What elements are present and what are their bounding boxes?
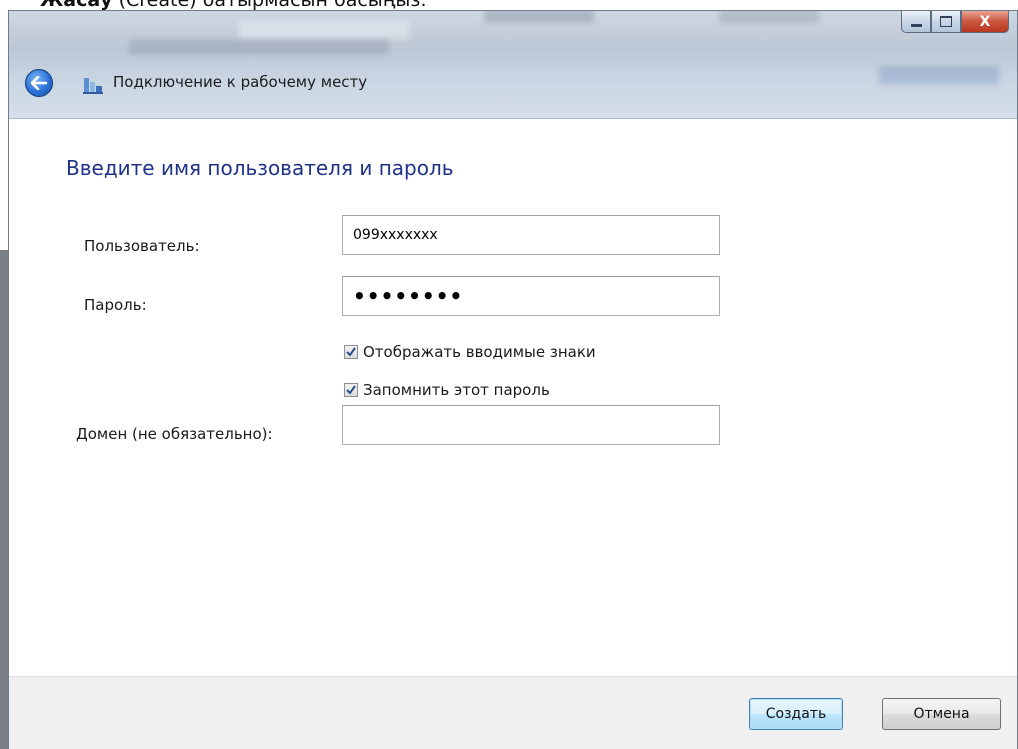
checkmark-icon [346,347,356,357]
network-place-icon [83,74,103,94]
show-chars-label: Отображать вводимые знаки [363,343,596,361]
user-label: Пользователь: [84,237,200,255]
dialog-content: Введите имя пользователя и пароль Пользо… [9,118,1017,677]
dialog-window: X Подключение к рабочему месту Введите и… [8,10,1018,749]
create-button[interactable]: Создать [749,698,843,730]
window-controls: X [901,11,1009,33]
show-chars-checkbox[interactable] [344,345,358,359]
password-field[interactable]: •••••••• [342,276,720,316]
minimize-button[interactable] [901,11,931,33]
close-icon: X [979,13,991,30]
remember-password-checkbox-row[interactable]: Запомнить этот пароль [344,381,550,399]
close-button[interactable]: X [961,11,1009,33]
remember-password-checkbox[interactable] [344,383,358,397]
back-button[interactable] [25,69,53,97]
maximize-button[interactable] [931,11,961,33]
minimize-icon [910,24,922,27]
title-bar [9,11,1017,121]
dialog-footer: Создать Отмена [9,676,1017,749]
username-field[interactable]: 099xxxxxxx [342,215,720,255]
domain-label: Домен (не обязательно): [76,425,273,443]
page-title: Введите имя пользователя и пароль [66,156,454,180]
checkmark-icon [346,385,356,395]
background-edge [0,250,8,749]
domain-field[interactable] [342,405,720,445]
window-title: Подключение к рабочему месту [113,73,368,91]
back-arrow-icon [31,76,47,90]
maximize-icon [940,16,952,27]
remember-password-label: Запомнить этот пароль [363,381,550,399]
show-chars-checkbox-row[interactable]: Отображать вводимые знаки [344,343,596,361]
cancel-button[interactable]: Отмена [882,698,1001,730]
password-label: Пароль: [84,296,147,314]
